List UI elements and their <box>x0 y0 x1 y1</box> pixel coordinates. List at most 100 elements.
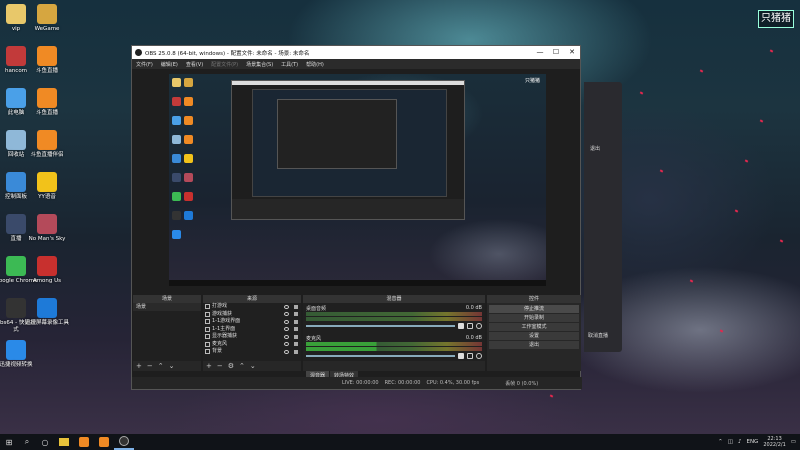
mixer-header: 混音器 <box>303 295 485 303</box>
visibility-icon[interactable] <box>284 349 289 354</box>
status-bar: LIVE: 00:00:00 REC: 00:00:00 CPU: 0.4%, … <box>132 377 582 389</box>
desktop-icon[interactable]: YY语音 <box>25 172 69 201</box>
channel-db: 0.0 dB <box>465 305 482 311</box>
app-icon <box>6 298 26 318</box>
speaker-icon[interactable] <box>467 352 473 359</box>
lock-icon[interactable] <box>294 312 298 317</box>
source-item[interactable]: 显示器捕获 <box>203 333 301 341</box>
source-item[interactable]: 1-1游戏界面 <box>203 318 301 326</box>
notification-icon[interactable]: ▭ <box>791 439 796 445</box>
start-icon[interactable]: ⊞ <box>0 434 18 450</box>
cancel-live-label[interactable]: 取消直播 <box>588 332 608 339</box>
source-type-icon <box>205 349 210 355</box>
app-icon <box>6 172 26 192</box>
douyu-companion-icon[interactable] <box>94 434 114 450</box>
source-item[interactable]: 打游戏 <box>203 303 301 311</box>
source-item[interactable]: 游戏捕获 <box>203 311 301 319</box>
control-button[interactable]: 开始录制 <box>489 314 579 322</box>
preview-desktop-icon <box>184 154 193 163</box>
source-properties-icon[interactable]: ⚙ <box>228 362 234 370</box>
lock-icon[interactable] <box>294 304 298 309</box>
visibility-icon[interactable] <box>284 342 289 347</box>
gear-icon[interactable] <box>476 322 482 329</box>
menu-scene-collection[interactable]: 场景集合(S) <box>246 61 273 68</box>
visibility-icon[interactable] <box>284 327 289 332</box>
preview-desktop-icon <box>172 154 181 163</box>
source-type-icon <box>205 304 210 310</box>
preview-desktop-icon <box>184 192 193 201</box>
app-icon <box>37 46 57 66</box>
obs-titlebar[interactable]: OBS 25.0.8 (64-bit, windows) - 配置文件: 未命名… <box>132 46 580 59</box>
obs-taskbar-icon[interactable] <box>114 434 134 450</box>
lock-icon[interactable] <box>294 349 298 354</box>
control-button[interactable]: 退出 <box>489 341 579 349</box>
desktop-icon[interactable]: Among Us <box>25 256 69 285</box>
add-source-button[interactable]: + <box>206 362 212 370</box>
desktop-icon[interactable]: No Man's Sky <box>25 214 69 243</box>
source-item[interactable]: 1-1主界面 <box>203 326 301 334</box>
close-button[interactable]: ✕ <box>564 46 580 59</box>
minimize-button[interactable]: — <box>532 46 548 59</box>
menu-profile[interactable]: 配置文件(P) <box>211 61 238 68</box>
control-button[interactable]: 设置 <box>489 332 579 340</box>
desktop-icon[interactable]: 斗鱼直播 <box>25 46 69 75</box>
desktop-icon[interactable]: 斗鱼直播 <box>25 88 69 117</box>
desktop-icon[interactable]: WeGame <box>25 4 69 33</box>
menu-file[interactable]: 文件(F) <box>136 61 153 68</box>
visibility-icon[interactable] <box>284 312 289 317</box>
visibility-icon[interactable] <box>284 319 289 324</box>
volume-slider[interactable] <box>306 354 455 357</box>
desktop-icon[interactable]: 迅捷视频转换 <box>0 340 38 369</box>
lock-icon[interactable] <box>294 342 298 347</box>
move-up-button[interactable]: ⌃ <box>158 362 164 370</box>
visibility-icon[interactable] <box>284 304 289 309</box>
gear-icon[interactable] <box>476 352 482 359</box>
remove-scene-button[interactable]: − <box>147 362 153 370</box>
live-status: LIVE: 00:00:00 <box>342 380 379 386</box>
volume-slider[interactable] <box>306 324 455 327</box>
lock-icon[interactable] <box>294 327 298 332</box>
move-down-button[interactable]: ⌄ <box>169 362 175 370</box>
task-view-icon[interactable]: ○ <box>36 434 54 450</box>
menu-view[interactable]: 查看(V) <box>186 61 203 68</box>
add-scene-button[interactable]: + <box>136 362 142 370</box>
remove-source-button[interactable]: − <box>217 362 223 370</box>
obs-window[interactable]: OBS 25.0.8 (64-bit, windows) - 配置文件: 未命名… <box>131 45 582 390</box>
menu-edit[interactable]: 编辑(E) <box>161 61 178 68</box>
volume-slider-handle[interactable] <box>458 322 464 329</box>
visibility-icon[interactable] <box>284 334 289 339</box>
control-button[interactable]: 工作室模式 <box>489 323 579 331</box>
exit-label[interactable]: 退出 <box>590 145 600 152</box>
lock-icon[interactable] <box>294 319 298 324</box>
language-indicator[interactable]: ENG <box>746 439 758 445</box>
preview-desktop-icon <box>172 173 181 182</box>
lock-icon[interactable] <box>294 334 298 339</box>
volume-meter <box>306 347 482 351</box>
clock[interactable]: 22:13 2022/2/1 <box>763 436 785 448</box>
menu-tools[interactable]: 工具(T) <box>281 61 298 68</box>
move-up-button[interactable]: ⌃ <box>239 362 245 370</box>
preview-desktop-icon <box>184 116 193 125</box>
volume-icon[interactable]: ♪ <box>738 439 742 445</box>
menu-help[interactable]: 帮助(H) <box>306 61 324 68</box>
cpu-status: CPU: 0.4%, 30.00 fps <box>426 380 480 386</box>
system-tray: ⌃ ◫ ♪ ENG 22:13 2022/2/1 ▭ <box>718 434 796 450</box>
sources-header: 来源 <box>203 295 301 303</box>
douyu-app-icon[interactable] <box>74 434 94 450</box>
source-item[interactable]: 麦克风 <box>203 341 301 349</box>
maximize-button[interactable]: ☐ <box>548 46 564 59</box>
volume-slider-handle[interactable] <box>458 352 464 359</box>
preview-canvas[interactable]: 只猪猪 <box>169 74 546 286</box>
scene-item[interactable]: 场景 <box>133 303 201 311</box>
desktop-icon[interactable]: 斗鱼直播伴侣 <box>25 130 69 159</box>
file-explorer-icon[interactable] <box>54 434 74 450</box>
control-button[interactable]: 停止推流 <box>489 305 579 313</box>
search-icon[interactable]: ⌕ <box>18 434 36 450</box>
app-icon <box>37 130 57 150</box>
source-item[interactable]: 背景 <box>203 348 301 356</box>
show-hidden-icon[interactable]: ⌃ <box>718 439 723 445</box>
desktop-icon[interactable]: 迅捷屏幕录像工具 <box>25 298 69 327</box>
network-icon[interactable]: ◫ <box>728 439 733 445</box>
move-down-button[interactable]: ⌄ <box>250 362 256 370</box>
speaker-icon[interactable] <box>467 322 473 329</box>
